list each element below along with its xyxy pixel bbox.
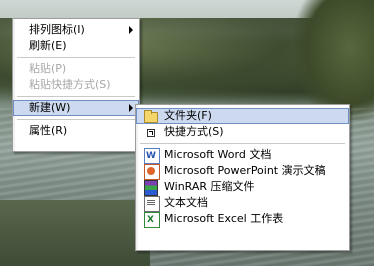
menu-item-properties[interactable]: 属性(R)	[13, 123, 139, 139]
menu-item-arrange-icons[interactable]: 排列图标(I)	[13, 22, 139, 38]
menu-item-label: 文本文档	[164, 196, 208, 209]
menu-item-paste: 粘贴(P)	[13, 61, 139, 77]
word-document-icon	[144, 148, 160, 164]
menu-item-label: Microsoft PowerPoint 演示文稿	[164, 164, 326, 177]
desktop-context-menu: 排列图标(I) 刷新(E) 粘贴(P) 粘贴快捷方式(S) 新建(W) 属性(R…	[12, 18, 140, 152]
menu-item-new[interactable]: 新建(W)	[13, 100, 139, 116]
menu-item-refresh[interactable]: 刷新(E)	[13, 38, 139, 54]
menu-separator	[17, 57, 135, 58]
submenu-item-shortcut[interactable]: 快捷方式(S)	[136, 124, 349, 140]
menu-item-label: Microsoft Word 文档	[164, 148, 272, 161]
submenu-item-powerpoint[interactable]: Microsoft PowerPoint 演示文稿	[136, 163, 349, 180]
submenu-item-winrar[interactable]: WinRAR 压缩文件	[136, 179, 349, 196]
submenu-item-folder[interactable]: 文件夹(F)	[136, 108, 349, 124]
menu-item-label: 快捷方式(S)	[164, 125, 224, 138]
menu-item-label: Microsoft Excel 工作表	[164, 212, 284, 225]
powerpoint-icon	[144, 164, 160, 180]
shortcut-icon	[147, 129, 155, 137]
submenu-item-word-document[interactable]: Microsoft Word 文档	[136, 147, 349, 164]
menu-item-label: 粘贴快捷方式(S)	[29, 78, 111, 91]
folder-icon	[144, 110, 158, 123]
menu-item-label: 刷新(E)	[29, 39, 67, 52]
wallpaper-shore	[0, 200, 150, 266]
menu-item-paste-shortcut: 粘贴快捷方式(S)	[13, 77, 139, 93]
submenu-arrow-icon	[129, 104, 133, 112]
menu-separator	[17, 119, 135, 120]
menu-separator	[140, 143, 345, 144]
text-document-icon	[144, 196, 160, 212]
menu-item-label: WinRAR 压缩文件	[164, 180, 255, 193]
menu-item-label: 文件夹(F)	[164, 109, 212, 122]
wallpaper-tree	[294, 0, 374, 120]
menu-separator	[17, 96, 135, 97]
menu-item-label: 粘贴(P)	[29, 62, 67, 75]
excel-icon	[144, 212, 160, 228]
menu-item-label: 排列图标(I)	[29, 23, 85, 36]
submenu-item-text-document[interactable]: 文本文档	[136, 195, 349, 212]
menu-item-label: 属性(R)	[29, 124, 68, 137]
winrar-archive-icon	[144, 180, 158, 196]
menu-item-label: 新建(W)	[29, 101, 71, 114]
new-submenu: 文件夹(F) 快捷方式(S) Microsoft Word 文档 Microso…	[135, 104, 350, 251]
submenu-item-excel[interactable]: Microsoft Excel 工作表	[136, 211, 349, 228]
submenu-arrow-icon	[129, 26, 133, 34]
